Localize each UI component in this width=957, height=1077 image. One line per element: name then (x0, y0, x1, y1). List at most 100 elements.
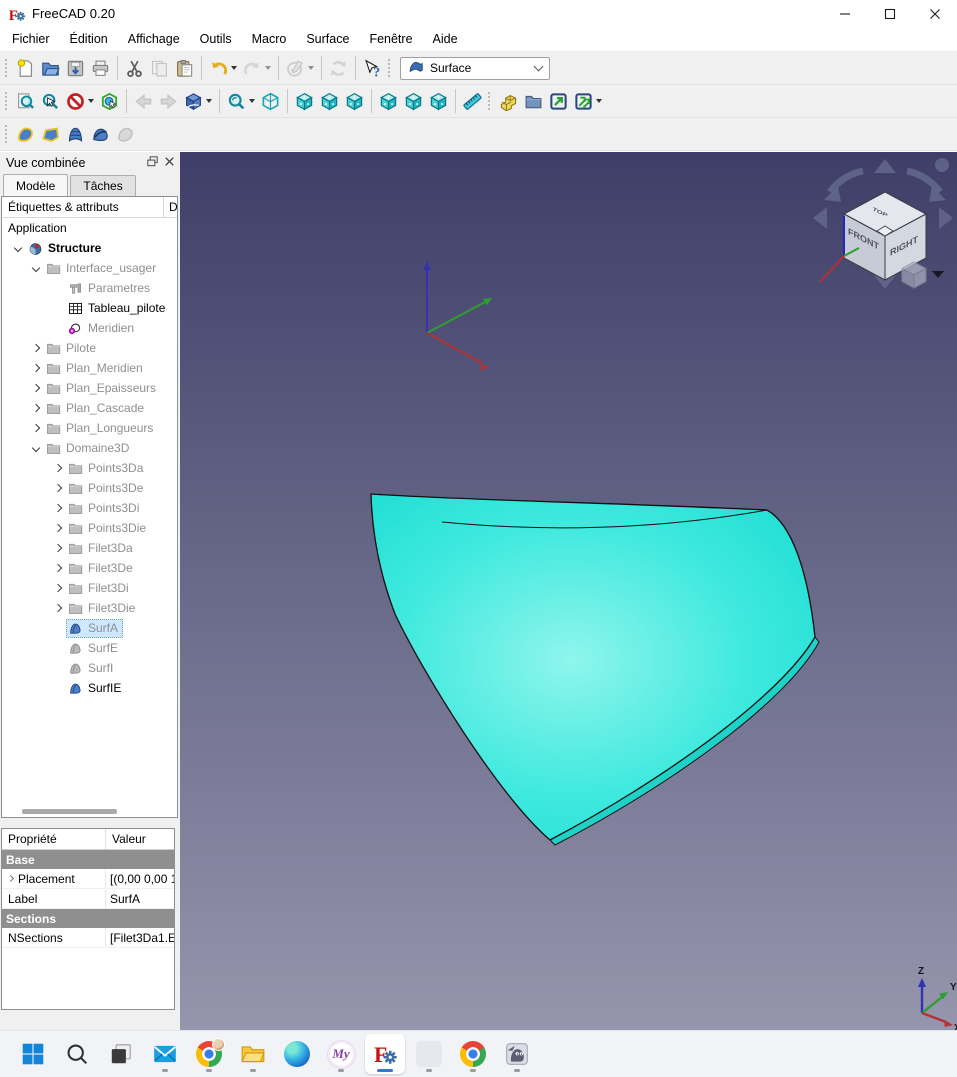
taskbar-start[interactable] (13, 1034, 53, 1074)
maximize-button[interactable] (867, 0, 912, 27)
view-top-button[interactable] (317, 88, 342, 115)
tree-item-filet3de[interactable]: Filet3De (2, 558, 177, 578)
chevron-down-icon[interactable] (88, 99, 94, 103)
tree-item-filet3die[interactable]: Filet3Die (2, 598, 177, 618)
chevron-right-icon[interactable] (28, 425, 44, 431)
tab-taches[interactable]: Tâches (70, 175, 135, 196)
menu-fen-tre[interactable]: Fenêtre (359, 28, 422, 50)
tree-item-points3die[interactable]: Points3Die (2, 518, 177, 538)
panel-title-bar[interactable]: Vue combinée (0, 152, 180, 174)
chevron-right-icon[interactable] (28, 365, 44, 371)
print-button[interactable] (88, 55, 113, 82)
chevron-right-icon[interactable] (50, 585, 66, 591)
taskbar-search[interactable] (57, 1034, 97, 1074)
menu-outils[interactable]: Outils (190, 28, 242, 50)
chevron-right-icon[interactable] (50, 505, 66, 511)
tree-item-plan-epaisseurs[interactable]: Plan_Epaisseurs (2, 378, 177, 398)
property-value[interactable]: SurfA (106, 892, 174, 906)
tree-item-surfie[interactable]: SurfIE (2, 678, 177, 698)
tree-item-points3de[interactable]: Points3De (2, 478, 177, 498)
chevron-down-icon[interactable] (265, 66, 271, 70)
property-row-label[interactable]: LabelSurfA (2, 889, 174, 909)
make-link-button[interactable] (546, 88, 571, 115)
tree-item-pilote[interactable]: Pilote (2, 338, 177, 358)
tree-item-meridien[interactable]: Meridien (2, 318, 177, 338)
view-axonometric-button[interactable] (258, 88, 283, 115)
close-panel-icon[interactable] (162, 154, 177, 172)
tab-modele[interactable]: Modèle (3, 174, 68, 196)
measure-distance-button[interactable] (460, 88, 485, 115)
open-file-button[interactable] (38, 55, 63, 82)
minimize-button[interactable] (822, 0, 867, 27)
view-front-button[interactable] (292, 88, 317, 115)
chevron-right-icon[interactable] (28, 345, 44, 351)
taskbar-edge[interactable] (277, 1034, 317, 1074)
tree-item-points3da[interactable]: Points3Da (2, 458, 177, 478)
tree-item-plan-longueurs[interactable]: Plan_Longueurs (2, 418, 177, 438)
chevron-right-icon[interactable] (50, 465, 66, 471)
chevron-down-icon[interactable] (308, 66, 314, 70)
tree-item-parametres[interactable]: Parametres (2, 278, 177, 298)
chevron-down-icon[interactable] (28, 265, 44, 271)
taskbar-task-view[interactable] (101, 1034, 141, 1074)
menu-affichage[interactable]: Affichage (118, 28, 190, 50)
float-panel-icon[interactable] (145, 154, 160, 172)
undo-button[interactable] (206, 55, 240, 82)
fit-all-button[interactable] (13, 88, 38, 115)
view-bottom-button[interactable] (401, 88, 426, 115)
create-part-button[interactable] (496, 88, 521, 115)
chevron-down-icon[interactable] (231, 66, 237, 70)
horizontal-scrollbar[interactable] (22, 809, 117, 814)
chevron-down-icon[interactable] (10, 245, 26, 251)
surface-curve-on-mesh-button[interactable] (88, 121, 113, 148)
make-sub-link-button[interactable] (571, 88, 605, 115)
view-right-button[interactable] (342, 88, 367, 115)
taskbar-mail[interactable] (145, 1034, 185, 1074)
bounding-box-button[interactable] (97, 88, 122, 115)
workbench-selector[interactable]: Surface (400, 57, 550, 80)
create-group-button[interactable] (521, 88, 546, 115)
tree-item-structure[interactable]: Structure (2, 238, 177, 258)
fit-selection-button[interactable] (38, 88, 63, 115)
menu-surface[interactable]: Surface (296, 28, 359, 50)
tree-item-surfi[interactable]: SurfI (2, 658, 177, 678)
tree-item-filet3da[interactable]: Filet3Da (2, 538, 177, 558)
tree-item-interface-usager[interactable]: Interface_usager (2, 258, 177, 278)
tree-item-plan-meridien[interactable]: Plan_Meridien (2, 358, 177, 378)
new-file-button[interactable] (13, 55, 38, 82)
menu-macro[interactable]: Macro (242, 28, 297, 50)
chevron-right-icon[interactable] (50, 485, 66, 491)
tree-item-application[interactable]: Application (2, 218, 177, 238)
surface-filling-button[interactable] (13, 121, 38, 148)
tree-item-tableau-pilote[interactable]: Tableau_pilote (2, 298, 177, 318)
toolbar-grip[interactable] (387, 57, 392, 79)
chevron-down-icon[interactable] (249, 99, 255, 103)
view-left-button[interactable] (426, 88, 451, 115)
property-group-sections[interactable]: Sections (2, 909, 174, 928)
zoom-tools-button[interactable] (224, 88, 258, 115)
toolbar-grip[interactable] (4, 123, 9, 145)
surface-geomfill-button[interactable] (38, 121, 63, 148)
property-row-nsections[interactable]: NSections[Filet3Da1.Ed (2, 928, 174, 948)
property-value[interactable]: [(0,00 0,00 1, (106, 872, 174, 886)
property-value[interactable]: [Filet3Da1.Ed (106, 931, 174, 945)
taskbar-freecad[interactable]: F (365, 1034, 405, 1074)
view-rear-button[interactable] (376, 88, 401, 115)
paste-button[interactable] (172, 55, 197, 82)
toolbar-grip[interactable] (4, 57, 9, 79)
tree-item-plan-cascade[interactable]: Plan_Cascade (2, 398, 177, 418)
surface-sections-button[interactable] (63, 121, 88, 148)
tree-item-surfe[interactable]: SurfE (2, 638, 177, 658)
taskbar-chrome-profile[interactable] (189, 1034, 229, 1074)
tree-item-surfa[interactable]: SurfA (2, 618, 177, 638)
tree-item-filet3di[interactable]: Filet3Di (2, 578, 177, 598)
selection-filter-button[interactable] (63, 88, 97, 115)
whats-this-button[interactable]: ? (360, 55, 385, 82)
chevron-right-icon[interactable] (50, 605, 66, 611)
menu-aide[interactable]: Aide (423, 28, 468, 50)
property-group-base[interactable]: Base (2, 850, 174, 869)
chevron-down-icon[interactable] (206, 99, 212, 103)
toolbar-grip[interactable] (487, 90, 492, 112)
menu-fichier[interactable]: Fichier (2, 28, 60, 50)
chevron-right-icon[interactable] (50, 525, 66, 531)
